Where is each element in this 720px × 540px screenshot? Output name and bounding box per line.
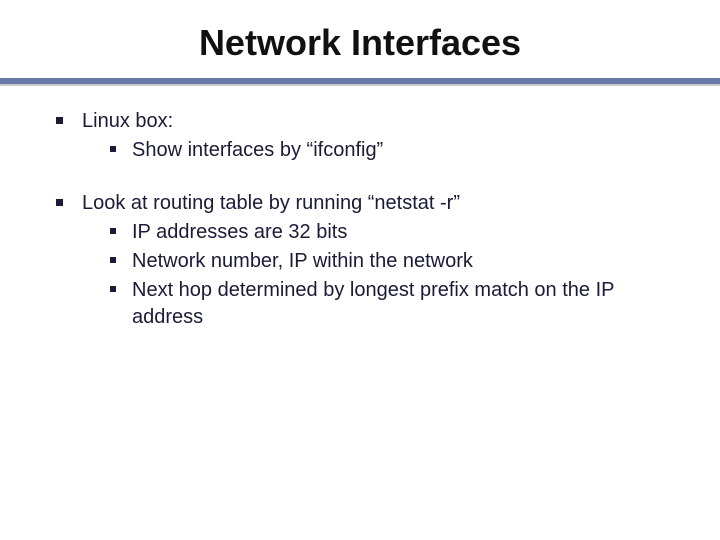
- bullet-list: Linux box: Show interfaces by “ifconfig”…: [56, 108, 664, 331]
- list-item: Show interfaces by “ifconfig”: [110, 137, 664, 164]
- list-item-text: Next hop determined by longest prefix ma…: [132, 279, 614, 328]
- slide-content: Linux box: Show interfaces by “ifconfig”…: [0, 86, 720, 331]
- list-item-text: Show interfaces by “ifconfig”: [132, 139, 383, 161]
- sub-bullet-list: Show interfaces by “ifconfig”: [82, 137, 664, 164]
- list-item: Linux box: Show interfaces by “ifconfig”: [56, 108, 664, 164]
- title-underline: [0, 78, 720, 86]
- list-item: IP addresses are 32 bits: [110, 219, 664, 246]
- slide-title: Network Interfaces: [0, 0, 720, 78]
- list-item: Look at routing table by running “netsta…: [56, 190, 664, 331]
- list-item-text: IP addresses are 32 bits: [132, 221, 347, 243]
- slide: Network Interfaces Linux box: Show inter…: [0, 0, 720, 540]
- list-item-text: Network number, IP within the network: [132, 250, 473, 272]
- list-item: Network number, IP within the network: [110, 248, 664, 275]
- sub-bullet-list: IP addresses are 32 bits Network number,…: [82, 219, 664, 331]
- list-item: Next hop determined by longest prefix ma…: [110, 277, 664, 331]
- list-item-text: Linux box:: [82, 110, 173, 132]
- list-item-text: Look at routing table by running “netsta…: [82, 192, 460, 214]
